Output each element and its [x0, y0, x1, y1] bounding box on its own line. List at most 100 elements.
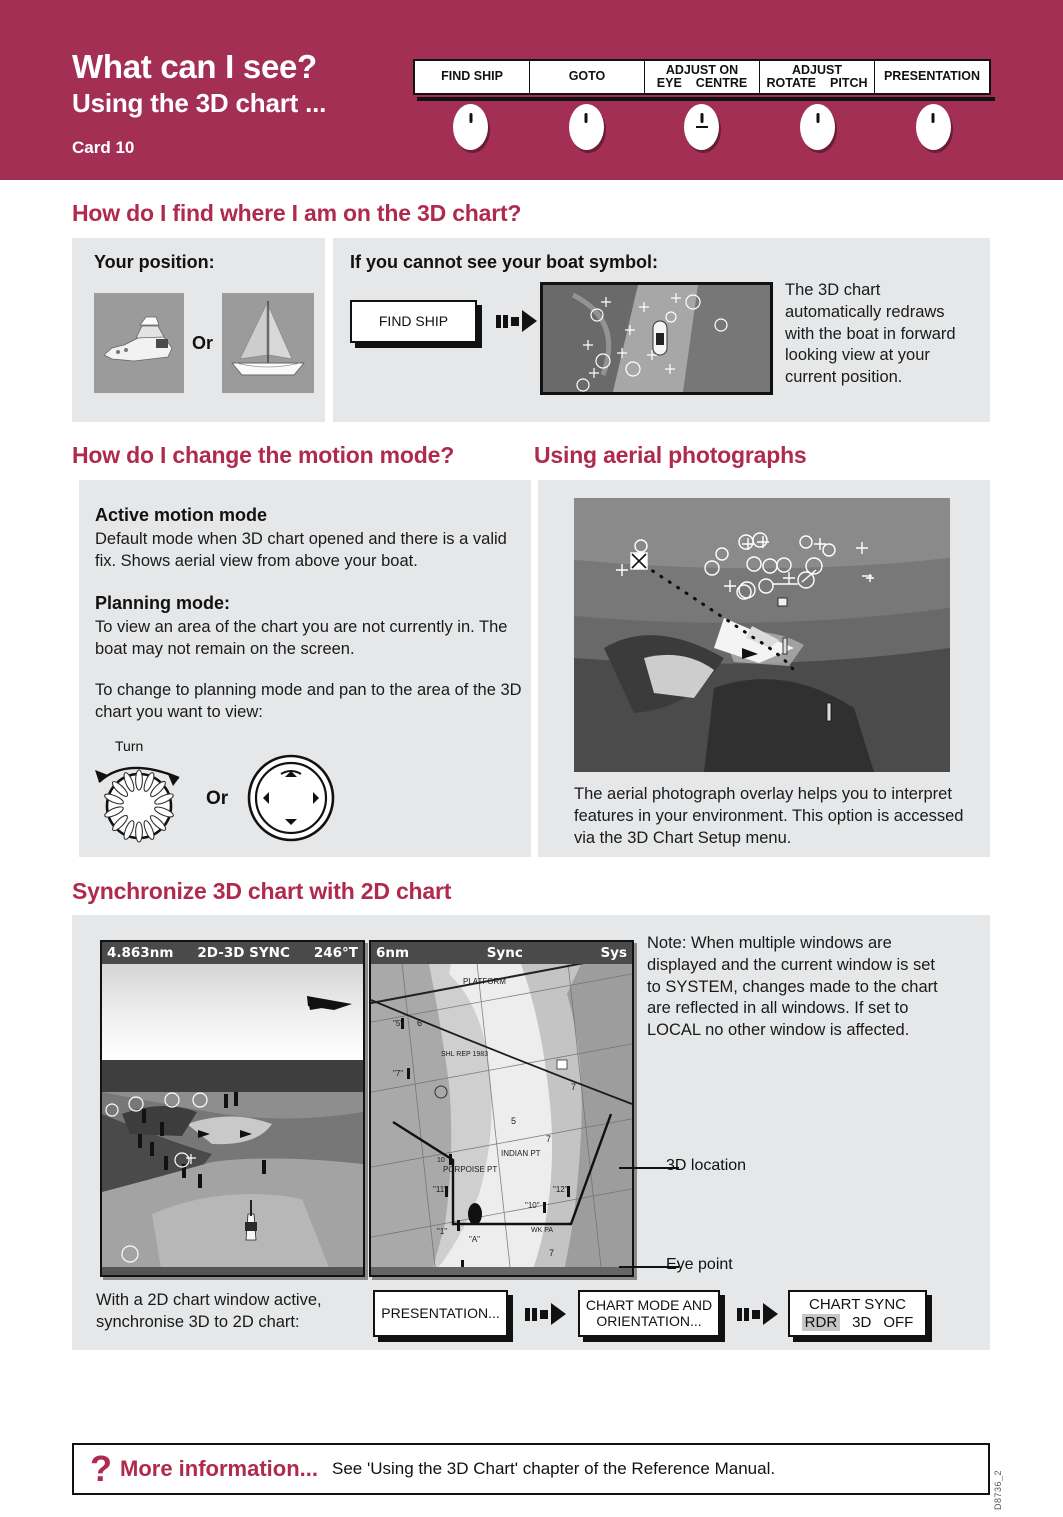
page-title: What can I see? — [72, 48, 317, 85]
sync-note-text: Note: When multiple windows are displaye… — [647, 934, 938, 1040]
trackpad-cursor-icon[interactable] — [245, 752, 337, 849]
aerial-photo-glyph — [574, 498, 950, 772]
svg-text:6: 6 — [417, 1018, 422, 1028]
screen-3d-mode: 2D-3D SYNC — [197, 945, 290, 961]
hardkey-dot-icon — [469, 113, 473, 123]
presentation-step-button[interactable]: PRESENTATION... — [373, 1290, 508, 1337]
softkey-find-ship-label: FIND SHIP — [441, 69, 503, 84]
svg-text:"A": "A" — [469, 1235, 480, 1244]
find-ship-result-text: The 3D chart automatically redraws with … — [785, 281, 956, 387]
heading-motion-mode: How do I change the motion mode? — [72, 442, 455, 468]
softkey-goto-label: GOTO — [568, 69, 606, 84]
document-id: D8736_2 — [993, 1469, 1003, 1510]
more-information-bar: ? More information... See 'Using the 3D … — [72, 1443, 990, 1495]
panel-cannot-see-boat: If you cannot see your boat symbol: FIND… — [333, 238, 990, 422]
softkey-pitch-label: PITCH — [830, 76, 868, 90]
softkey-find-ship[interactable]: FIND SHIP — [415, 61, 530, 93]
chart-sync-option-3d[interactable]: 3D — [852, 1314, 871, 1331]
svg-text:PLATFORM: PLATFORM — [463, 977, 506, 986]
hardkey-find-ship[interactable] — [453, 104, 489, 150]
find-ship-button[interactable]: FIND SHIP — [350, 300, 477, 343]
softkey-adjust-on[interactable]: ADJUST ON EYE CENTRE — [645, 61, 760, 93]
svg-text:"1": "1" — [437, 1227, 447, 1236]
svg-text:7: 7 — [571, 1082, 576, 1092]
rotary-dial-glyph — [95, 766, 180, 843]
more-information-label: More information... — [120, 1456, 318, 1481]
screen-3d-heading: 246°T — [313, 945, 358, 961]
softkey-adjust-label: ADJUST — [791, 62, 842, 77]
svg-text:SHL REP 1983: SHL REP 1983 — [441, 1051, 488, 1058]
heading-synchronize: Synchronize 3D chart with 2D chart — [72, 878, 452, 904]
svg-text:7: 7 — [549, 1248, 554, 1258]
callout-eye-point: Eye point — [666, 1256, 733, 1273]
softkey-adjust-on-eye: EYE — [656, 76, 682, 90]
hardkey-adjust-rotate-pitch[interactable] — [800, 104, 836, 150]
svg-text:"12": "12" — [553, 1185, 568, 1194]
softkey-button-row — [413, 104, 991, 156]
heading-find-position: How do I find where I am on the 3D chart… — [72, 200, 522, 226]
svg-text:"7": "7" — [393, 1069, 403, 1078]
screen-2d-canvas: PLATFORM 6 SHL REP 1983 "5" "7" 5 7 7 IN… — [371, 964, 632, 1275]
your-position-title: Your position: — [94, 252, 215, 272]
aerial-photograph-overlay — [574, 498, 950, 772]
rotary-dial-icon[interactable] — [87, 748, 197, 848]
softkey-goto[interactable]: GOTO — [530, 61, 645, 93]
question-mark-icon: ? — [90, 1448, 112, 1489]
svg-text:5: 5 — [511, 1116, 516, 1126]
sail-boat-glyph — [231, 301, 305, 376]
hardkey-underline-icon — [695, 126, 708, 128]
chart-sync-option-off[interactable]: OFF — [883, 1314, 913, 1331]
hardkey-dot-icon — [584, 113, 588, 123]
chart-sync-step-button[interactable]: CHART SYNC RDR 3D OFF — [788, 1290, 927, 1337]
screen-3d-chart: 4.863nm 2D-3D SYNC 246°T — [100, 940, 365, 1277]
page-subtitle: Using the 3D chart ... — [72, 88, 327, 118]
panel-synchronize: 4.863nm 2D-3D SYNC 246°T 6nm Sync Sys PL… — [72, 915, 990, 1350]
position-or-label: Or — [192, 333, 214, 353]
softkey-rotate-label: ROTATE — [766, 76, 817, 90]
screen-2d-chart: 6nm Sync Sys PLATFORM 6 SHL REP 1983 "5"… — [369, 940, 634, 1277]
softkey-adjust-rotate-pitch[interactable]: ADJUST ROTATE PITCH — [760, 61, 875, 93]
softkey-presentation-label: PRESENTATION — [883, 69, 981, 84]
hardkey-adjust-on[interactable] — [684, 104, 720, 150]
planning-mode-title: Planning mode: — [95, 593, 230, 613]
heading-aerial-photos: Using aerial photographs — [534, 442, 807, 468]
card-page: What can I see? Using the 3D chart ... C… — [0, 0, 1063, 1517]
sync-instruction: With a 2D chart window active, synchroni… — [96, 1291, 322, 1331]
hardkey-dot-icon — [700, 113, 704, 123]
chart-sync-option-rdr[interactable]: RDR — [801, 1314, 841, 1331]
svg-text:INDIAN PT: INDIAN PT — [501, 1149, 541, 1158]
svg-text:PORPOISE PT: PORPOISE PT — [443, 1165, 497, 1174]
softkey-bar: FIND SHIP GOTO ADJUST ON EYE CENTRE ADJU… — [413, 59, 991, 95]
screen-2d-header: 6nm Sync Sys — [371, 942, 632, 964]
step-arrow-icon — [496, 310, 537, 332]
svg-text:WK PA: WK PA — [531, 1227, 553, 1234]
screen-2d-source: Sys — [600, 945, 627, 961]
callout-3d-location: 3D location — [666, 1157, 747, 1174]
chart-mode-step-line2: ORIENTATION... — [596, 1312, 702, 1329]
trackpad-glyph — [247, 754, 335, 842]
more-information-text: See 'Using the 3D Chart' chapter of the … — [332, 1459, 776, 1478]
hardkey-presentation[interactable] — [915, 104, 951, 150]
chart-sync-title: CHART SYNC — [809, 1296, 906, 1313]
hardkey-goto[interactable] — [568, 104, 604, 150]
step-arrow-icon-2 — [737, 1303, 778, 1325]
aerial-mini-chart — [543, 285, 770, 392]
change-mode-body: To change to planning mode and pan to th… — [95, 681, 522, 721]
step-arrow-icon-1 — [525, 1303, 566, 1325]
svg-text:10: 10 — [437, 1157, 445, 1164]
planning-mode-body: To view an area of the chart you are not… — [95, 618, 508, 658]
softkey-adjust-on-label: ADJUST ON — [665, 62, 739, 77]
find-ship-result-screenshot — [540, 282, 773, 395]
sail-boat-icon — [222, 293, 314, 393]
screen-3d-range: 4.863nm — [107, 945, 174, 961]
active-mode-body: Default mode when 3D chart opened and th… — [95, 530, 507, 570]
softkey-adjust-on-centre: CENTRE — [695, 76, 748, 90]
screen-2d-range: 6nm — [376, 945, 410, 961]
power-boat-icon — [94, 293, 184, 393]
chart-mode-step-button[interactable]: CHART MODE AND ORIENTATION... — [578, 1290, 720, 1337]
power-boat-glyph — [103, 316, 173, 362]
presentation-step-label: PRESENTATION... — [381, 1304, 500, 1321]
softkey-presentation[interactable]: PRESENTATION — [875, 61, 989, 93]
screen-2d-sync: Sync — [486, 945, 523, 961]
svg-text:"10": "10" — [525, 1201, 540, 1210]
